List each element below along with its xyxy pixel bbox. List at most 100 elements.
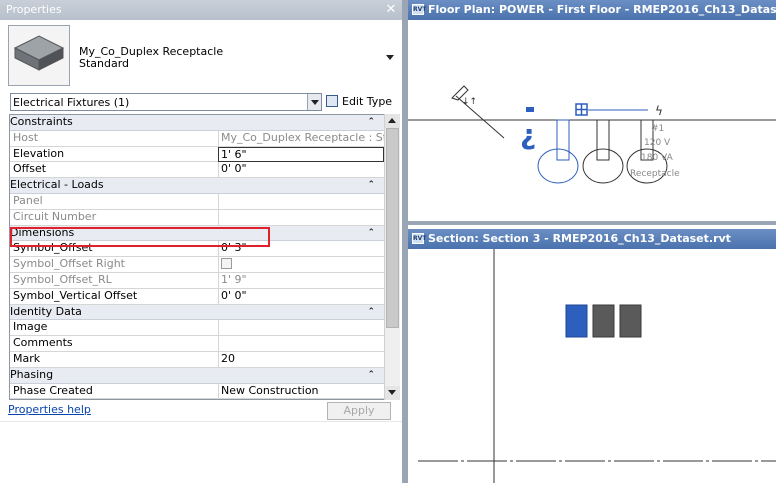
property-row[interactable]: Elevation 1' 6" bbox=[10, 146, 385, 163]
property-row[interactable]: Comments bbox=[10, 336, 385, 352]
close-icon[interactable]: ✕ bbox=[384, 2, 398, 17]
property-value[interactable]: None bbox=[218, 399, 384, 400]
edit-type-label: Edit Type bbox=[342, 95, 393, 108]
property-value bbox=[218, 257, 384, 273]
group-label: Identity Data bbox=[10, 304, 82, 318]
group-label: Constraints bbox=[10, 115, 73, 128]
property-row[interactable]: Symbol_Offset_RL 1' 9" bbox=[10, 272, 385, 289]
property-name: Symbol_Vertical Offset bbox=[13, 288, 138, 302]
properties-help-link[interactable]: Properties help bbox=[8, 403, 91, 416]
property-value[interactable]: New Construction bbox=[218, 383, 384, 399]
symbol-offset-highlight-box bbox=[10, 227, 270, 247]
properties-title: Properties bbox=[6, 3, 62, 16]
properties-scrollbar[interactable] bbox=[384, 114, 400, 400]
instance-filter-row: Electrical Fixtures (1) Edit Type bbox=[4, 93, 400, 113]
property-row[interactable]: Symbol_Offset Right bbox=[10, 257, 385, 273]
type-name: My_Co_Duplex Receptacle Standard bbox=[79, 46, 223, 70]
receptacle-preview-icon bbox=[13, 35, 65, 71]
tag-type: Receptacle bbox=[630, 169, 680, 179]
property-group-header[interactable]: Identity Data ⌃ bbox=[10, 304, 385, 321]
floor-plan-canvas[interactable]: ↓↑ ¿ ϟ #1 120 V 180 VA Receptacle bbox=[408, 20, 776, 225]
group-label: Electrical - Loads bbox=[10, 178, 104, 192]
edit-type-button[interactable]: Edit Type bbox=[326, 93, 400, 111]
tag-circuit: #1 bbox=[651, 124, 664, 134]
collapse-chevron-icon[interactable]: ⌃ bbox=[367, 226, 375, 240]
property-row[interactable]: Mark 20 bbox=[10, 351, 385, 368]
property-group-header[interactable]: Phasing ⌃ bbox=[10, 367, 385, 384]
collapse-chevron-icon[interactable]: ⌃ bbox=[367, 368, 375, 382]
revit-view-icon: RVT bbox=[412, 4, 427, 15]
move-handle-icon[interactable] bbox=[575, 103, 588, 116]
type-type-name: Standard bbox=[79, 57, 130, 70]
type-selector[interactable]: My_Co_Duplex Receptacle Standard bbox=[2, 20, 402, 92]
property-row[interactable]: Phase Created New Construction bbox=[10, 383, 385, 399]
property-row[interactable]: Circuit Number bbox=[10, 209, 385, 226]
floor-plan-title-bar[interactable]: RVT Floor Plan: POWER - First Floor - RM… bbox=[408, 0, 776, 20]
property-value[interactable]: 0' 0" bbox=[218, 162, 384, 178]
tag-load: 180 VA bbox=[641, 153, 674, 163]
svg-text:↓↑: ↓↑ bbox=[462, 97, 477, 107]
property-name: Panel bbox=[13, 193, 43, 207]
instance-filter-dropdown[interactable]: Electrical Fixtures (1) bbox=[10, 93, 322, 111]
property-row[interactable]: Host My_Co_Duplex Receptacle : Sta... bbox=[10, 130, 385, 147]
property-name: Circuit Number bbox=[13, 209, 97, 223]
property-name: Elevation bbox=[13, 146, 65, 160]
receptacle-section[interactable] bbox=[619, 304, 642, 338]
properties-title-bar[interactable]: Properties ✕ bbox=[0, 0, 402, 20]
tag-voltage: 120 V bbox=[644, 138, 671, 148]
property-value: 1' 9" bbox=[218, 272, 384, 288]
property-name: Phase Created bbox=[13, 383, 93, 397]
property-value[interactable]: 20 bbox=[218, 351, 384, 367]
revit-view-icon: RVT bbox=[412, 233, 427, 244]
property-value[interactable]: 0' 0" bbox=[218, 288, 384, 304]
collapse-chevron-icon[interactable]: ⌃ bbox=[367, 305, 375, 319]
property-row[interactable]: Symbol_Vertical Offset 0' 0" bbox=[10, 288, 385, 305]
checkbox[interactable] bbox=[221, 258, 232, 270]
svg-text:¿: ¿ bbox=[520, 118, 536, 151]
collapse-chevron-icon[interactable]: ⌃ bbox=[367, 115, 375, 129]
scroll-down-icon[interactable] bbox=[385, 386, 400, 400]
instance-filter-value: Electrical Fixtures (1) bbox=[13, 96, 130, 109]
property-value bbox=[218, 193, 384, 209]
edit-type-icon bbox=[326, 95, 338, 107]
section-title: Section: Section 3 - RMEP2016_Ch13_Datas… bbox=[428, 232, 731, 245]
property-value bbox=[218, 209, 384, 225]
properties-grid: Constraints ⌃ Host My_Co_Duplex Receptacle … bbox=[9, 114, 386, 400]
property-group-header[interactable]: Electrical - Loads ⌃ bbox=[10, 178, 385, 194]
property-name: Host bbox=[13, 130, 39, 144]
property-value: My_Co_Duplex Receptacle : Sta... bbox=[218, 130, 384, 146]
property-name: Offset bbox=[13, 162, 47, 176]
chevron-down-icon[interactable] bbox=[307, 94, 321, 110]
properties-empty-area bbox=[0, 421, 402, 483]
property-value[interactable] bbox=[218, 336, 384, 352]
property-name: Image bbox=[13, 320, 48, 334]
property-row[interactable]: Image bbox=[10, 320, 385, 337]
flip-control-icon[interactable]: ↓↑ bbox=[451, 85, 477, 107]
property-row[interactable]: Phase DemolishedNone bbox=[10, 399, 385, 400]
property-name: Phase Demolished bbox=[13, 399, 215, 400]
receptacle-section-selected[interactable] bbox=[565, 304, 588, 338]
type-thumbnail bbox=[8, 25, 70, 86]
rotate-icon[interactable]: ¿ bbox=[520, 107, 536, 151]
group-label: Phasing bbox=[10, 367, 54, 381]
scroll-thumb[interactable] bbox=[386, 128, 399, 328]
property-name: Symbol_Offset_RL bbox=[13, 272, 112, 286]
receptacle-symbol[interactable] bbox=[582, 119, 624, 184]
property-value[interactable] bbox=[218, 320, 384, 336]
properties-palette: Properties ✕ My_Co_Duplex Receptacle Sta… bbox=[0, 0, 402, 483]
section-title-bar[interactable]: RVT Section: Section 3 - RMEP2016_Ch13_D… bbox=[408, 229, 776, 249]
properties-footer: Properties help Apply bbox=[0, 401, 402, 421]
property-value[interactable]: 1' 6" bbox=[218, 146, 384, 162]
scroll-up-icon[interactable] bbox=[385, 114, 400, 128]
lightning-icon: ϟ bbox=[655, 104, 663, 118]
chevron-down-icon[interactable] bbox=[386, 55, 394, 60]
property-group-header[interactable]: Constraints ⌃ bbox=[10, 115, 385, 131]
apply-button[interactable]: Apply bbox=[327, 402, 391, 420]
receptacle-symbol-selected[interactable] bbox=[537, 119, 579, 184]
receptacle-section[interactable] bbox=[592, 304, 615, 338]
property-name: Mark bbox=[13, 351, 41, 365]
collapse-chevron-icon[interactable]: ⌃ bbox=[367, 178, 375, 192]
property-row[interactable]: Panel bbox=[10, 193, 385, 210]
section-canvas[interactable] bbox=[408, 249, 776, 483]
property-row[interactable]: Offset 0' 0" bbox=[10, 162, 385, 179]
